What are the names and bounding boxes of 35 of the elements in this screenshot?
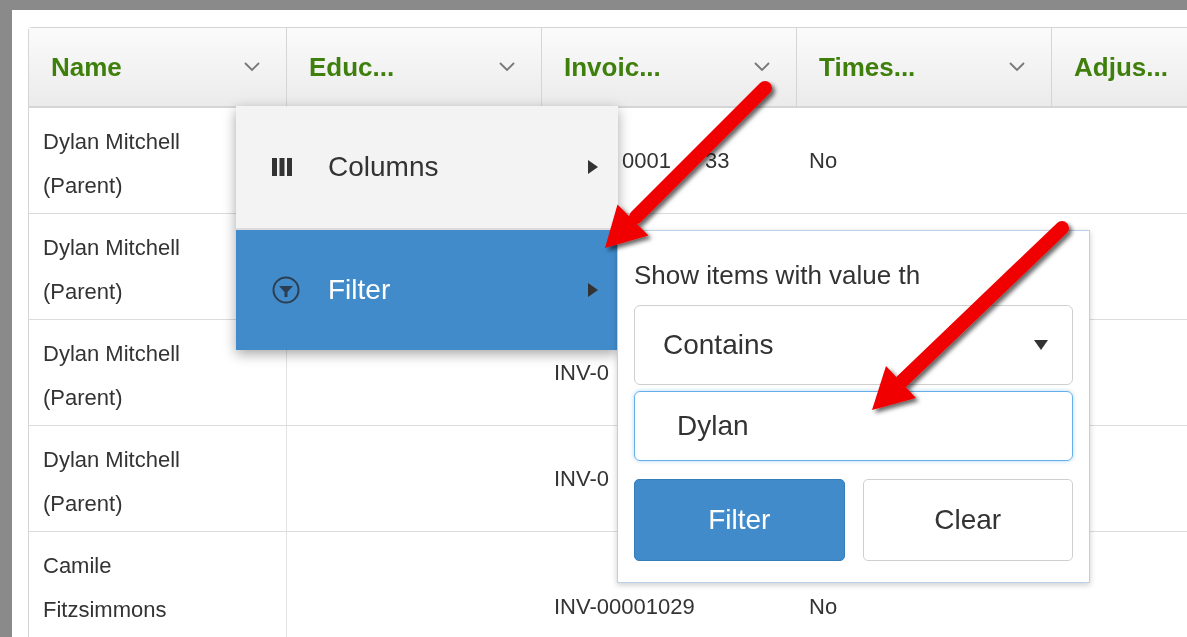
- filter-label: Show items with value th: [634, 259, 922, 291]
- clear-button[interactable]: Clear: [862, 479, 1073, 561]
- invoice-cell-text: INV-0: [554, 359, 610, 387]
- column-title: Name: [51, 50, 122, 84]
- times-cell-text: No: [809, 593, 838, 621]
- chevron-down-icon[interactable]: [754, 62, 770, 72]
- invoice-cell-text: INV-00001029: [554, 593, 695, 621]
- dropdown-arrow-icon: [1034, 340, 1048, 350]
- filter-input[interactable]: Dylan: [634, 391, 1073, 461]
- column-header[interactable]: Times...: [797, 28, 1052, 106]
- column-title: Times...: [819, 50, 916, 84]
- filter-icon: [272, 276, 300, 304]
- name-cell-text: Camile Fitzsimmons: [43, 552, 168, 624]
- column-title: Invoic...: [564, 50, 661, 84]
- name-cell-text: Dylan Mitchell (Parent): [43, 446, 181, 518]
- filter-button[interactable]: Filter: [634, 479, 845, 561]
- column-title: Adjus...: [1074, 50, 1168, 84]
- column-header[interactable]: Adjus...: [1052, 28, 1187, 106]
- submenu-arrow-icon: [588, 160, 598, 174]
- invoice-cell-text: 0001: [622, 147, 671, 175]
- submenu-arrow-icon: [588, 283, 598, 297]
- invoice-cell-text: 33: [704, 147, 730, 175]
- name-cell-text: Dylan Mitchell (Parent): [43, 340, 181, 412]
- columns-icon: [272, 157, 292, 177]
- chevron-down-icon[interactable]: [1009, 62, 1025, 72]
- chevron-down-icon[interactable]: [244, 62, 260, 72]
- operator-dropdown[interactable]: Contains: [634, 305, 1073, 385]
- menu-item[interactable]: Filter: [236, 230, 618, 350]
- times-cell-text: No: [809, 147, 838, 175]
- name-cell-text: Dylan Mitchell (Parent): [43, 128, 181, 200]
- name-cell-text: Dylan Mitchell (Parent): [43, 234, 181, 306]
- column-title: Educ...: [309, 50, 395, 84]
- chevron-down-icon[interactable]: [499, 62, 515, 72]
- menu-item[interactable]: Columns: [236, 106, 618, 230]
- invoice-cell-text: INV-0: [554, 465, 610, 493]
